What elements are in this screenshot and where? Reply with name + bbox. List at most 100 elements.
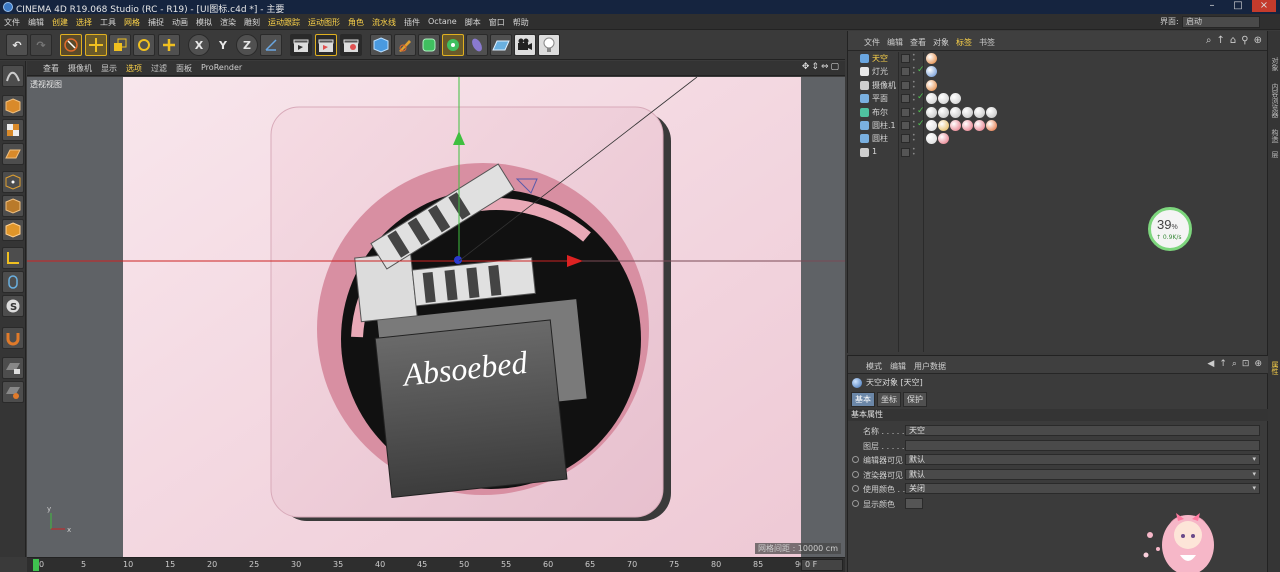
deformer-button[interactable] (466, 34, 488, 56)
object-row[interactable]: 平面 • • ✓ (848, 92, 1268, 105)
lock-icon[interactable]: ⊡ (1242, 359, 1250, 369)
layer-toggle[interactable] (901, 67, 910, 77)
attribute-dropdown[interactable]: 默认 ▾ (905, 468, 1260, 480)
y-axis-button[interactable]: Y (212, 34, 234, 56)
object-row[interactable]: 1 • • (848, 146, 1268, 159)
material-tag-icon[interactable] (986, 106, 997, 118)
up-arrow-icon[interactable]: ↑ (1219, 359, 1227, 369)
visibility-dots-icon[interactable]: • • (912, 106, 916, 117)
material-tag-icon[interactable] (926, 53, 937, 64)
search-icon[interactable]: ⌕ (1232, 359, 1237, 369)
menu-item[interactable]: 工具 (100, 17, 116, 28)
attribute-menu-item[interactable]: 编辑 (890, 361, 906, 372)
material-tag-icon[interactable] (974, 120, 985, 131)
side-tab[interactable]: 构造 (1270, 129, 1280, 143)
visibility-dots-icon[interactable]: • • (912, 120, 916, 131)
cube-button[interactable] (370, 34, 392, 56)
menu-item[interactable]: 文件 (4, 17, 20, 28)
enabled-check-icon[interactable]: ✓ (917, 106, 925, 116)
material-tag-icon[interactable] (962, 106, 973, 118)
object-menu-item[interactable]: 标签 (956, 37, 972, 48)
viewport-nav-icons[interactable]: ✥⇕⇔▢ (802, 62, 841, 72)
x-axis-button[interactable]: X (188, 34, 210, 56)
object-row[interactable]: 摄像机 • • (848, 79, 1268, 92)
back-arrow-icon[interactable]: ◀ (1207, 359, 1214, 369)
close-button[interactable]: × (1252, 0, 1276, 12)
render-picture-button[interactable] (315, 34, 337, 56)
material-tag-icon[interactable] (938, 106, 949, 118)
network-speed-widget[interactable]: 39% ↑ 0.9K/s (1148, 207, 1192, 251)
locked-workplane-button[interactable] (2, 357, 24, 379)
object-row[interactable]: 灯光 • • ✓ (848, 65, 1268, 78)
side-tab-attributes[interactable]: 属性 (1270, 361, 1280, 375)
object-row[interactable]: 圆柱.1 • • ✓ (848, 119, 1268, 132)
menu-item[interactable]: 运动图形 (308, 17, 340, 28)
filter-icon[interactable]: ⚲ (1241, 35, 1248, 46)
layout-select[interactable]: 启动 (1182, 16, 1260, 28)
visibility-dots-icon[interactable]: • • (912, 133, 916, 144)
timeline[interactable]: 051015202530354045505560657075808590 0 F (27, 557, 845, 572)
snap-button[interactable]: S (2, 295, 24, 317)
visibility-dots-icon[interactable]: • • (912, 79, 916, 90)
menu-item[interactable]: 流水线 (372, 17, 396, 28)
rotate-button[interactable] (133, 34, 155, 56)
object-row[interactable]: 天空 • • (848, 52, 1268, 65)
layer-toggle[interactable] (901, 107, 910, 117)
visibility-dots-icon[interactable]: • • (912, 146, 916, 157)
material-tag-icon[interactable] (938, 120, 949, 131)
material-tag-icon[interactable] (926, 133, 937, 145)
enabled-check-icon[interactable]: ✓ (917, 119, 925, 129)
menu-item[interactable]: 插件 (404, 17, 420, 28)
object-row[interactable]: 圆柱 • • (848, 132, 1268, 145)
material-tag-icon[interactable] (962, 120, 973, 131)
menu-item[interactable]: 窗口 (489, 17, 505, 28)
object-menu-item[interactable]: 书签 (979, 37, 995, 48)
axis-mode-button[interactable] (2, 247, 24, 269)
attribute-dropdown[interactable]: 默认 ▾ (905, 454, 1260, 465)
layer-toggle[interactable] (901, 94, 910, 104)
viewport-menu-item[interactable]: ProRender (201, 63, 242, 74)
enabled-check-icon[interactable]: ✓ (917, 65, 925, 75)
object-menu-item[interactable]: 对象 (933, 37, 949, 48)
current-frame-field[interactable]: 0 F (801, 559, 843, 571)
menu-item[interactable]: Octane (428, 17, 457, 28)
material-tag-icon[interactable] (974, 106, 985, 118)
attribute-menu-item[interactable]: 用户数据 (914, 361, 946, 372)
menu-item[interactable]: 创建 (52, 17, 68, 28)
pen-button[interactable] (394, 34, 416, 56)
side-tab[interactable]: 内容浏览器 (1270, 83, 1280, 118)
maximize-button[interactable]: □ (1226, 0, 1250, 12)
viewport-menu-item[interactable]: 过滤 (151, 63, 167, 74)
visibility-dots-icon[interactable]: • • (912, 53, 916, 64)
animate-radio[interactable] (852, 485, 859, 492)
attribute-field[interactable] (905, 439, 1260, 451)
search-icon[interactable]: ⌕ (1206, 35, 1212, 46)
attribute-tab[interactable]: 基本 (851, 392, 875, 407)
up-arrow-icon[interactable]: ↑ (1217, 35, 1225, 46)
menu-item[interactable]: 动画 (172, 17, 188, 28)
material-tag-icon[interactable] (926, 106, 937, 118)
model-mode-button[interactable] (2, 95, 24, 117)
move-button[interactable] (85, 34, 107, 56)
attribute-menu-item[interactable]: 模式 (866, 361, 882, 372)
menu-item[interactable]: 模拟 (196, 17, 212, 28)
workplane-grid-button[interactable] (2, 381, 24, 403)
attribute-tab[interactable]: 坐标 (877, 392, 901, 407)
move-plus-button[interactable] (158, 34, 180, 56)
light-button[interactable] (538, 34, 560, 56)
texture-mode-button[interactable] (2, 119, 24, 141)
material-tag-icon[interactable] (938, 133, 949, 145)
tweak-mode-button[interactable] (2, 271, 24, 293)
material-tag-icon[interactable] (950, 93, 961, 105)
viewport-menu-item[interactable]: 摄像机 (68, 63, 92, 74)
points-mode-button[interactable] (2, 171, 24, 193)
array-button[interactable] (442, 34, 464, 56)
menu-item[interactable]: 选择 (76, 17, 92, 28)
scale-button[interactable] (109, 34, 131, 56)
layer-toggle[interactable] (901, 54, 910, 63)
subdivide-button[interactable] (418, 34, 440, 56)
material-tag-icon[interactable] (926, 93, 937, 105)
material-tag-icon[interactable] (986, 120, 997, 131)
object-row[interactable]: 布尔 • • ✓ (848, 106, 1268, 119)
add-panel-icon[interactable]: ⊕ (1254, 35, 1262, 46)
